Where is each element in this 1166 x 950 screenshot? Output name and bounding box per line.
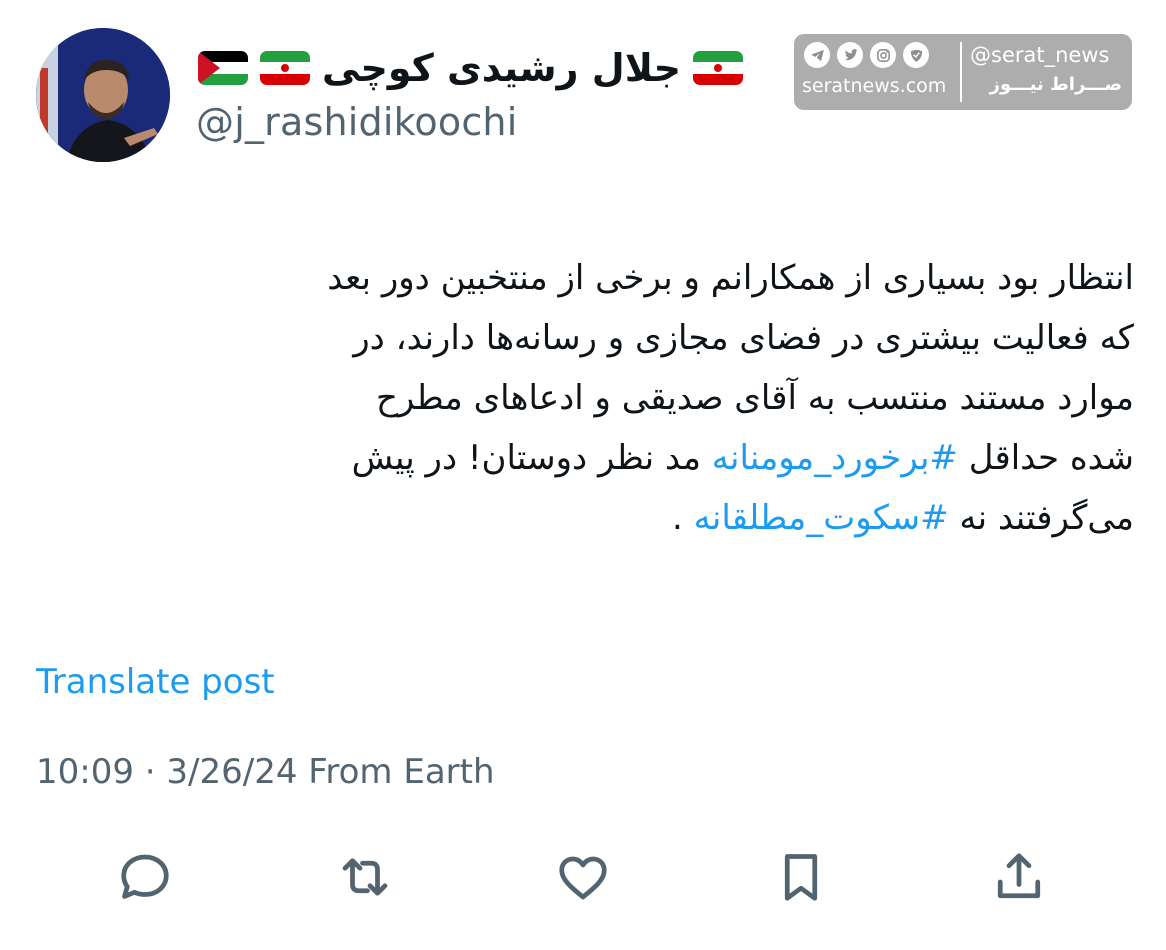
watermark-handle: @serat_news	[970, 43, 1110, 67]
watermark-divider	[960, 42, 962, 102]
post-source: From Earth	[297, 752, 495, 792]
watermark-domain: seratnews.com	[802, 75, 947, 97]
post-timestamp[interactable]: 10:09 · 3/26/24 From Earth	[36, 752, 495, 792]
repost-button[interactable]	[334, 846, 396, 908]
instagram-icon	[870, 42, 896, 68]
like-button[interactable]	[552, 846, 614, 908]
bookmark-button[interactable]	[770, 846, 832, 908]
post-text: انتظار بود بسیاری از همکارانم و برخی از …	[30, 248, 1134, 548]
post-line: که فعالیت بیشتری در فضای مجازی و رسانه‌ه…	[353, 318, 1134, 358]
share-icon	[997, 853, 1041, 899]
post-line: موارد مستند منتسب به آقای صدیقی و ادعاها…	[375, 378, 1134, 418]
hashtag-link[interactable]: #سکوت_مطلقانه	[694, 498, 949, 538]
telegram-icon	[804, 42, 830, 68]
avatar-photo	[36, 28, 170, 162]
translate-post-link[interactable]: Translate post	[36, 662, 275, 702]
meta-separator: ·	[133, 752, 167, 792]
twitter-icon	[837, 42, 863, 68]
author-display-name[interactable]: جلال رشیدی کوچی	[322, 46, 681, 90]
author-handle[interactable]: @j_rashidikoochi	[196, 100, 517, 144]
like-icon	[559, 856, 607, 900]
post-line: انتظار بود بسیاری از همکارانم و برخی از …	[327, 258, 1134, 298]
post-line: می‌گرفتند نه #سکوت_مطلقانه .	[30, 488, 1134, 548]
post-date: 3/26/24	[166, 752, 298, 792]
watermark-social-icons	[804, 42, 929, 68]
bookmark-icon	[784, 854, 818, 901]
iran-flag-icon	[692, 51, 743, 85]
post-text-segment: شده حداقل	[957, 438, 1134, 478]
reply-button[interactable]	[114, 846, 176, 908]
post-line: شده حداقل #برخورد_مومنانه مد نظر دوستان!…	[30, 428, 1134, 488]
post-time: 10:09	[36, 752, 134, 792]
repost-icon	[342, 858, 388, 896]
reply-icon	[121, 854, 169, 899]
post-text-segment: .	[672, 498, 694, 538]
share-button[interactable]	[988, 846, 1050, 908]
watermark-overlay: seratnews.com @serat_news صـــراط نیـــو…	[794, 34, 1132, 110]
iran-flag-icon	[260, 51, 310, 85]
watermark-brand: صـــراط نیـــوز	[989, 74, 1122, 95]
post-text-segment: می‌گرفتند نه	[948, 498, 1134, 538]
palestine-flag-icon	[198, 51, 248, 85]
author-name-row: جلال رشیدی کوچی	[198, 40, 743, 96]
action-bar	[0, 846, 1166, 910]
soroush-icon	[903, 42, 929, 68]
avatar[interactable]	[36, 28, 170, 162]
post-text-segment: مد نظر دوستان! در پیش	[351, 438, 712, 478]
hashtag-link[interactable]: #برخورد_مومنانه	[712, 438, 958, 478]
